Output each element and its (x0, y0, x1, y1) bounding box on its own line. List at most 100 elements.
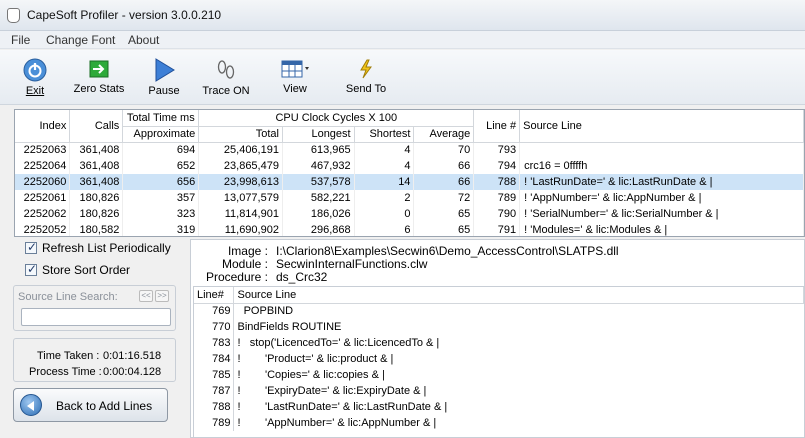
green-arrow-icon (89, 60, 109, 78)
search-label: Source Line Search: (18, 291, 118, 303)
col-cpu-cycles[interactable]: CPU Clock Cycles X 100 (198, 110, 475, 127)
list-item[interactable]: 784! 'Product=' & lic:product & | (194, 351, 804, 367)
source-text: ! 'Copies=' & lic:copies & | (237, 369, 385, 381)
col-shortest[interactable]: Shortest (354, 126, 415, 143)
col-line-number[interactable]: Line# (194, 287, 235, 304)
search-prev-button[interactable]: << (139, 290, 153, 302)
source-line: 770 (194, 319, 235, 335)
cell-total: 13,077,579 (198, 190, 283, 206)
col-calls[interactable]: Calls (69, 110, 124, 143)
menu-file[interactable]: File (11, 33, 30, 47)
store-sort-order-checkbox[interactable]: Store Sort Order (25, 262, 131, 277)
image-label: Image : (227, 244, 268, 258)
back-to-add-lines-label: Back to Add Lines (56, 399, 153, 413)
cell-calls: 361,408 (69, 158, 124, 174)
source-line: 783 (194, 335, 235, 351)
cell-approx: 652 (122, 158, 200, 174)
cell-calls: 361,408 (69, 142, 124, 158)
cell-average: 66 (413, 158, 475, 174)
trace-on-button[interactable]: Trace ON (200, 58, 252, 102)
col-average[interactable]: Average (413, 126, 475, 143)
cell-index: 2252063 (15, 142, 71, 158)
power-icon (23, 58, 47, 82)
cell-line: 791 (473, 222, 521, 236)
cell-source: ! 'AppNumber=' & lic:AppNumber & | (519, 190, 804, 206)
table-row[interactable]: 2252060 361,408 656 23,998,613 537,578 14 66 78… (15, 174, 804, 190)
list-item[interactable]: 770 BindFields ROUTINE (194, 319, 804, 335)
back-to-add-lines-button[interactable]: Back to Add Lines (13, 388, 168, 422)
cell-shortest: 14 (354, 174, 415, 190)
cell-index: 2252052 (15, 222, 71, 236)
cell-calls: 180,826 (69, 190, 124, 206)
cell-total: 11,690,902 (198, 222, 283, 236)
list-item[interactable]: 789! 'AppNumber=' & lic:AppNumber & | (194, 415, 804, 431)
source-text: ! 'ExpiryDate=' & lic:ExpiryDate & | (237, 385, 427, 397)
cell-index: 2252061 (15, 190, 71, 206)
cell-index: 2252062 (15, 206, 71, 222)
process-time-value: 0:00:04.128 (103, 366, 162, 378)
search-next-button[interactable]: >> (155, 290, 169, 302)
cell-average: 72 (413, 190, 475, 206)
col-total-time[interactable]: Total Time ms (122, 110, 200, 127)
send-to-button[interactable]: Send To (344, 58, 388, 102)
exit-button[interactable]: Exit (18, 58, 52, 102)
module-label: Module : (221, 257, 268, 271)
cell-average: 65 (413, 222, 475, 236)
table-row[interactable]: 2252052 180,582 319 11,690,902 296,868 6 65 791… (15, 222, 804, 236)
source-text: POPBIND (237, 305, 294, 318)
table-row[interactable]: 2252062 180,826 323 11,814,901 186,026 0 65 790… (15, 206, 804, 222)
cell-longest: 582,221 (282, 190, 355, 206)
menu-about[interactable]: About (128, 33, 159, 47)
cell-longest: 467,932 (282, 158, 355, 174)
image-value: I:\Clarion8\Examples\Secwin6\Demo_Access… (276, 244, 619, 258)
menu-bar: File Change Font About (0, 31, 805, 49)
send-to-label: Send To (345, 83, 387, 95)
col-source-line[interactable]: Source Line (519, 110, 804, 143)
table-row[interactable]: 2252061 180,826 357 13,077,579 582,221 2 72 789… (15, 190, 804, 206)
menu-change-font[interactable]: Change Font (46, 33, 115, 47)
cell-longest: 537,578 (282, 174, 355, 190)
zero-stats-button[interactable]: Zero Stats (72, 58, 126, 102)
process-time-label: Process Time : (29, 366, 102, 378)
procedure-value: ds_Crc32 (276, 270, 328, 284)
list-item[interactable]: 769 POPBIND (194, 303, 804, 319)
col-line[interactable]: Line # (473, 110, 521, 143)
col-index[interactable]: Index (15, 110, 71, 143)
zero-stats-label: Zero Stats (73, 83, 125, 95)
pause-button[interactable]: Pause (146, 58, 182, 102)
col-approximate[interactable]: Approximate (122, 126, 200, 143)
col-source-text[interactable]: Source Line (233, 287, 804, 304)
cell-shortest: 6 (354, 222, 415, 236)
cell-approx: 656 (122, 174, 200, 190)
source-text: ! 'LastRunDate=' & lic:LastRunDate & | (237, 401, 448, 413)
exit-label: Exit (25, 85, 45, 97)
store-sort-order-label: Store Sort Order (42, 263, 131, 277)
list-item[interactable]: 783! stop('LicencedTo=' & lic:LicencedTo… (194, 335, 804, 351)
checkbox-checked (25, 262, 37, 276)
list-item[interactable]: 787! 'ExpiryDate=' & lic:ExpiryDate & | (194, 383, 804, 399)
cell-average: 66 (413, 174, 475, 190)
cell-longest: 613,965 (282, 142, 355, 158)
source-listing[interactable]: Line# Source Line 769 POPBIND 770 BindFiel… (193, 286, 805, 438)
cell-line: 789 (473, 190, 521, 206)
col-longest[interactable]: Longest (282, 126, 355, 143)
table-row[interactable]: 2252064 361,408 652 23,865,479 467,932 4 66 794… (15, 158, 804, 174)
view-button[interactable]: View (276, 58, 314, 102)
table-row[interactable]: 2252063 361,408 694 25,406,191 613,965 4 70 793 (15, 142, 804, 158)
search-input[interactable] (21, 308, 171, 326)
refresh-periodically-checkbox[interactable]: Refresh List Periodically (25, 240, 171, 255)
source-text: BindFields ROUTINE (237, 321, 342, 333)
cell-total: 23,865,479 (198, 158, 283, 174)
col-total[interactable]: Total (198, 126, 283, 143)
cell-index: 2252064 (15, 158, 71, 174)
cell-average: 65 (413, 206, 475, 222)
list-item[interactable]: 788! 'LastRunDate=' & lic:LastRunDate & … (194, 399, 804, 415)
source-text: ! 'AppNumber=' & lic:AppNumber & | (237, 417, 437, 429)
list-item[interactable]: 785! 'Copies=' & lic:copies & | (194, 367, 804, 383)
stats-grid[interactable]: Index Calls Total Time ms CPU Clock Cycl… (14, 109, 805, 237)
cell-source: ! 'Modules=' & lic:Modules & | (519, 222, 804, 236)
source-line: 788 (194, 399, 235, 415)
app-icon (7, 8, 20, 23)
cell-approx: 694 (122, 142, 200, 158)
source-line: 789 (194, 415, 235, 431)
